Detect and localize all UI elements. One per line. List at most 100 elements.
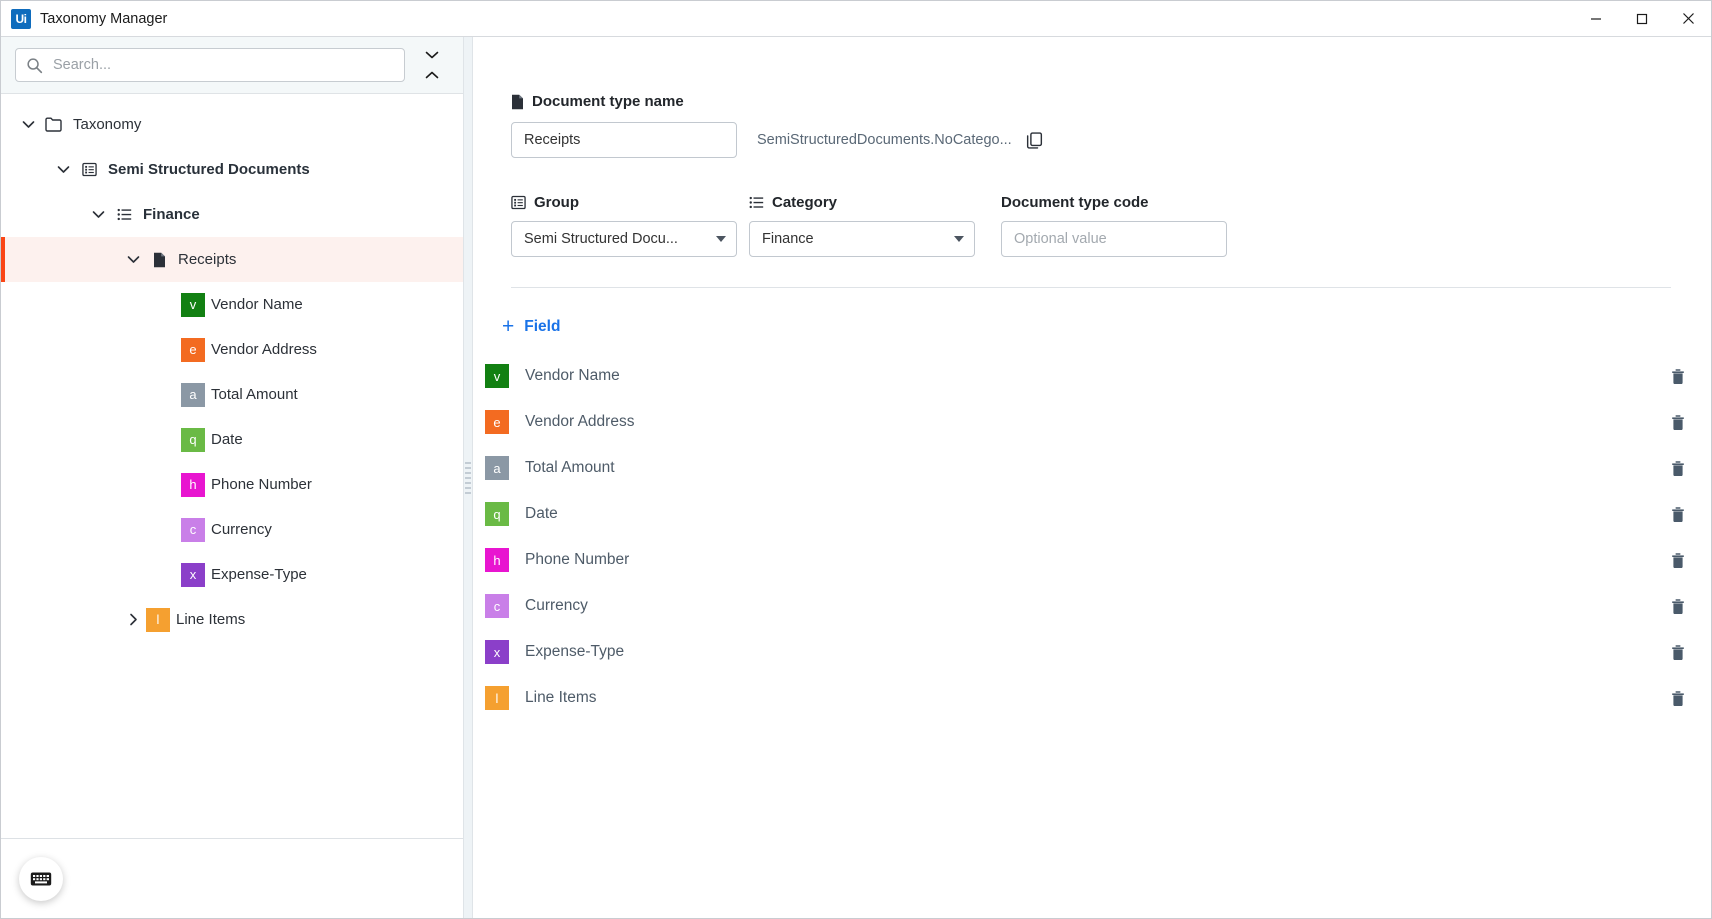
chevron-right-icon[interactable] — [120, 613, 146, 626]
field-row[interactable]: qDate — [473, 491, 1711, 537]
document-icon — [511, 94, 524, 110]
field-name: Total Amount — [525, 459, 615, 477]
tree-node-label: Total Amount — [211, 386, 298, 403]
plus-icon: + — [502, 316, 514, 337]
copy-button[interactable] — [1022, 127, 1048, 153]
field-name: Line Items — [525, 689, 597, 707]
chevron-down-icon[interactable] — [85, 210, 111, 219]
group-label: Group — [534, 194, 579, 211]
chevron-down-icon[interactable] — [15, 120, 41, 129]
document-type-code-field: Document type code — [1001, 194, 1227, 257]
group-field: Group Semi Structured Docu... — [511, 194, 737, 257]
document-type-name-label-row: Document type name — [511, 93, 1671, 110]
tree-node-label: Expense-Type — [211, 566, 307, 583]
search-box[interactable] — [15, 48, 405, 82]
uipath-logo-icon: Ui — [11, 9, 31, 29]
tree-node[interactable]: qDate — [1, 417, 463, 462]
chevron-down-icon — [954, 236, 964, 242]
field-list: vVendor Name e Vendor Address a Total Amount… — [473, 353, 1711, 721]
chevron-down-icon[interactable] — [120, 255, 146, 264]
close-button[interactable] — [1665, 1, 1711, 37]
field-type-badge: c — [181, 518, 205, 542]
field-row[interactable]: xExpense-Type — [473, 629, 1711, 675]
group-icon — [76, 162, 102, 177]
copy-icon — [1025, 131, 1044, 150]
tree-node[interactable]: Taxonomy — [1, 102, 463, 147]
field-name: Vendor Address — [525, 413, 634, 431]
tree-node[interactable]: Semi Structured Documents — [1, 147, 463, 192]
document-type-code-input[interactable] — [1001, 221, 1227, 257]
section-divider — [511, 287, 1671, 288]
category-select[interactable]: Finance — [749, 221, 975, 257]
category-selected-value: Finance — [762, 231, 948, 247]
window-controls — [1573, 1, 1711, 37]
taxonomy-sidebar: Taxonomy Semi Structured Documents Finance… — [1, 37, 463, 918]
tree-node[interactable]: cCurrency — [1, 507, 463, 552]
taxonomy-tree: Taxonomy Semi Structured Documents Finance… — [1, 93, 463, 838]
category-field: Category Finance — [749, 194, 975, 257]
tree-node-label: Vendor Address — [211, 341, 317, 358]
collapse-all-button[interactable] — [415, 48, 449, 82]
chevron-down-icon[interactable] — [50, 165, 76, 174]
taxonomy-manager-window: Ui Taxonomy Manager — [0, 0, 1712, 919]
chevron-down-icon — [716, 236, 726, 242]
add-field-button[interactable]: + Field — [502, 316, 1711, 337]
group-select[interactable]: Semi Structured Docu... — [511, 221, 737, 257]
delete-field-button[interactable] — [1665, 409, 1691, 435]
category-icon — [749, 196, 764, 209]
tree-node-label: Line Items — [176, 611, 245, 628]
delete-field-button[interactable] — [1665, 455, 1691, 481]
group-label-row: Group — [511, 194, 737, 211]
field-row[interactable]: h Phone Number — [473, 537, 1711, 583]
field-row[interactable]: e Vendor Address — [473, 399, 1711, 445]
field-row[interactable]: vVendor Name — [473, 353, 1711, 399]
chevron-up-icon — [425, 66, 439, 84]
keyboard-button[interactable] — [19, 857, 63, 901]
tree-node[interactable]: Receipts — [1, 237, 463, 282]
tree-node-label: Receipts — [178, 251, 236, 268]
delete-field-button[interactable] — [1665, 501, 1691, 527]
search-icon — [26, 57, 43, 74]
delete-field-button[interactable] — [1665, 639, 1691, 665]
field-type-badge: c — [485, 594, 509, 618]
tree-node[interactable]: e Vendor Address — [1, 327, 463, 372]
category-label: Category — [772, 194, 837, 211]
document-type-name-row: SemiStructuredDocuments.NoCatego... — [511, 122, 1671, 158]
tree-node[interactable]: vVendor Name — [1, 282, 463, 327]
field-row[interactable]: lLine Items — [473, 675, 1711, 721]
tree-node-label: Vendor Name — [211, 296, 303, 313]
field-type-badge: x — [485, 640, 509, 664]
document-type-name-input[interactable] — [511, 122, 737, 158]
field-row[interactable]: a Total Amount — [473, 445, 1711, 491]
tree-node-label: Semi Structured Documents — [108, 161, 310, 178]
tree-node[interactable]: lLine Items — [1, 597, 463, 642]
delete-field-button[interactable] — [1665, 363, 1691, 389]
tree-node[interactable]: xExpense-Type — [1, 552, 463, 597]
keyboard-icon — [30, 871, 52, 887]
field-type-badge: h — [181, 473, 205, 497]
field-type-badge: q — [485, 502, 509, 526]
delete-field-button[interactable] — [1665, 685, 1691, 711]
window-title: Taxonomy Manager — [40, 11, 167, 27]
field-type-badge: e — [181, 338, 205, 362]
maximize-button[interactable] — [1619, 1, 1665, 37]
field-name: Phone Number — [525, 551, 629, 569]
minimize-button[interactable] — [1573, 1, 1619, 37]
search-bar — [1, 37, 463, 93]
field-type-badge: a — [485, 456, 509, 480]
tree-node[interactable]: hPhone Number — [1, 462, 463, 507]
tree-node[interactable]: Finance — [1, 192, 463, 237]
group-icon — [511, 195, 526, 210]
field-name: Vendor Name — [525, 367, 620, 385]
document-type-detail-panel: Document type name SemiStructuredDocumen… — [473, 37, 1711, 918]
delete-field-button[interactable] — [1665, 547, 1691, 573]
field-row[interactable]: cCurrency — [473, 583, 1711, 629]
tree-node[interactable]: aTotal Amount — [1, 372, 463, 417]
search-input[interactable] — [53, 57, 394, 73]
panel-splitter[interactable] — [463, 37, 473, 918]
category-label-row: Category — [749, 194, 975, 211]
delete-field-button[interactable] — [1665, 593, 1691, 619]
field-type-badge: h — [485, 548, 509, 572]
group-selected-value: Semi Structured Docu... — [524, 231, 710, 247]
field-type-badge: e — [485, 410, 509, 434]
